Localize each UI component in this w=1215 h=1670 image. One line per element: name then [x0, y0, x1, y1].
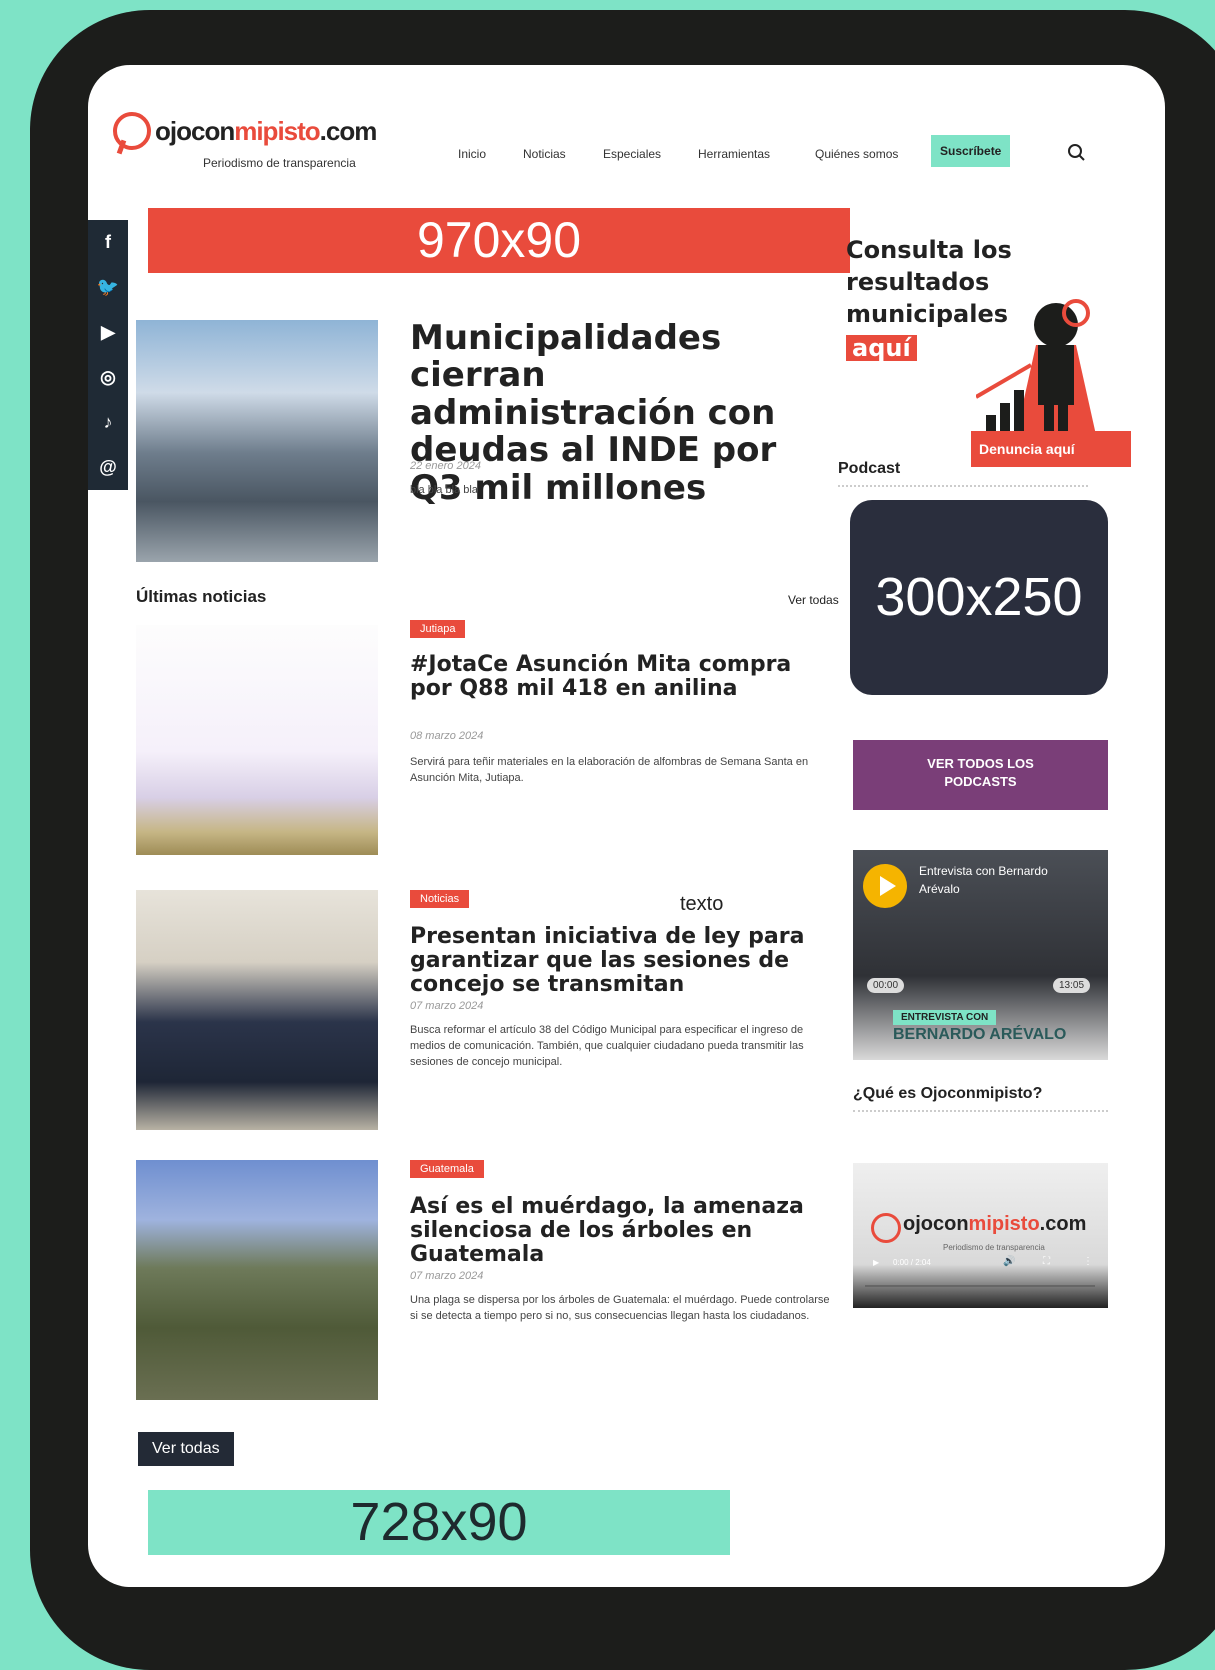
play-icon[interactable]: ▶: [873, 1258, 879, 1267]
category-tag[interactable]: Jutiapa: [410, 620, 466, 638]
ad-sidebar[interactable]: 300x250: [850, 500, 1108, 695]
article-date: 07 marzo 2024: [410, 1270, 484, 1282]
nav-herramientas[interactable]: Herramientas: [698, 143, 770, 165]
article-image[interactable]: [136, 890, 378, 1130]
featured-excerpt: bla bla bla bla: [410, 484, 478, 496]
featured-headline[interactable]: Municipalidades cierran administración c…: [410, 319, 840, 507]
player-title: Entrevista con Bernardo Arévalo: [919, 864, 1048, 896]
about-video[interactable]: ojoconmipisto.com Periodismo de transpar…: [853, 1163, 1108, 1308]
all-podcasts-button[interactable]: VER TODOS LOS PODCASTS: [853, 740, 1108, 810]
more-options-icon[interactable]: ⋮: [1083, 1256, 1093, 1267]
promo-highlight: aquí: [846, 335, 917, 361]
latest-news-heading: Últimas noticias: [136, 587, 267, 606]
election-results-promo[interactable]: Consulta los resultados municipales aquí: [846, 235, 1116, 435]
see-all-button[interactable]: Ver todas: [138, 1432, 234, 1466]
article-excerpt: Una plaga se dispersa por los árboles de…: [410, 1294, 830, 1322]
article-date: 08 marzo 2024: [410, 730, 484, 742]
volume-icon[interactable]: 🔊: [1003, 1256, 1015, 1267]
article-image[interactable]: [136, 1160, 378, 1400]
logo-wordmark: ojoconmipisto.com: [155, 116, 377, 146]
article-headline[interactable]: Presentan iniciativa de ley para garanti…: [410, 924, 850, 998]
video-logo: ojoconmipisto.com: [903, 1213, 1087, 1235]
featured-date: 22 enero 2024: [410, 460, 481, 472]
about-heading: ¿Qué es Ojoconmipisto?: [853, 1085, 1043, 1102]
article-headline[interactable]: #JotaCe Asunción Mita compra por Q88 mil…: [410, 652, 840, 701]
promo-line-2: resultados: [846, 268, 990, 296]
twitter-icon[interactable]: 🐦: [88, 265, 128, 310]
ad-bottom-banner[interactable]: 728x90: [148, 1490, 730, 1555]
podcast-heading: Podcast: [838, 460, 901, 477]
site-logo[interactable]: ojoconmipisto.com Periodismo de transpar…: [113, 110, 393, 180]
nav-inicio[interactable]: Inicio: [458, 143, 486, 165]
see-all-link[interactable]: Ver todas: [788, 593, 839, 607]
player-banner-small: ENTREVISTA CON: [893, 1010, 997, 1025]
article-excerpt: Servirá para teñir materiales en la elab…: [410, 756, 809, 784]
eye-icon: [113, 112, 151, 150]
instagram-icon[interactable]: ◎: [88, 355, 128, 400]
video-time: 0:00 / 2:04: [893, 1258, 931, 1267]
divider: [853, 1110, 1108, 1112]
denuncia-button[interactable]: Denuncia aquí: [971, 431, 1131, 467]
category-tag[interactable]: Noticias: [410, 890, 470, 908]
search-icon[interactable]: [1066, 142, 1086, 162]
eye-icon: [871, 1213, 901, 1243]
superhero-illustration: [976, 299, 1096, 435]
podcast-player[interactable]: Entrevista con Bernardo Arévalo 00:00 13…: [853, 850, 1108, 1060]
nav-especiales[interactable]: Especiales: [603, 143, 661, 165]
facebook-icon[interactable]: f: [88, 220, 128, 265]
browser-screen: ojoconmipisto.com Periodismo de transpar…: [88, 65, 1165, 1587]
social-sidebar: f 🐦 ▶ ◎ ♪ @: [88, 220, 128, 490]
player-time-end: 13:05: [1053, 978, 1091, 993]
nav-quienes-somos[interactable]: Quiénes somos: [815, 143, 898, 165]
youtube-icon[interactable]: ▶: [88, 310, 128, 355]
ad-top-banner[interactable]: 970x90: [148, 208, 850, 273]
article-excerpt: Busca reformar el artículo 38 del Código…: [410, 1024, 804, 1068]
player-time-start: 00:00: [867, 978, 905, 993]
fullscreen-icon[interactable]: ⛶: [1043, 1256, 1050, 1267]
video-tagline: Periodismo de transparencia: [943, 1243, 1045, 1252]
article-image[interactable]: [136, 625, 378, 855]
player-banner: BERNARDO ARÉVALO: [893, 1026, 1067, 1043]
category-tag[interactable]: Guatemala: [410, 1160, 484, 1178]
article-date: 07 marzo 2024: [410, 1000, 484, 1012]
subscribe-button[interactable]: Suscríbete: [931, 135, 1011, 167]
threads-icon[interactable]: @: [88, 445, 128, 490]
tiktok-icon[interactable]: ♪: [88, 400, 128, 445]
play-button[interactable]: [863, 864, 907, 908]
logo-tagline: Periodismo de transparencia: [203, 156, 356, 170]
floating-text: texto: [680, 893, 724, 915]
promo-line-1: Consulta los: [846, 236, 1012, 264]
featured-image[interactable]: [136, 320, 378, 562]
divider: [838, 485, 1088, 487]
article-headline[interactable]: Así es el muérdago, la amenaza silencios…: [410, 1194, 840, 1268]
video-progress-bar[interactable]: [865, 1285, 1095, 1287]
nav-noticias[interactable]: Noticias: [523, 143, 566, 165]
